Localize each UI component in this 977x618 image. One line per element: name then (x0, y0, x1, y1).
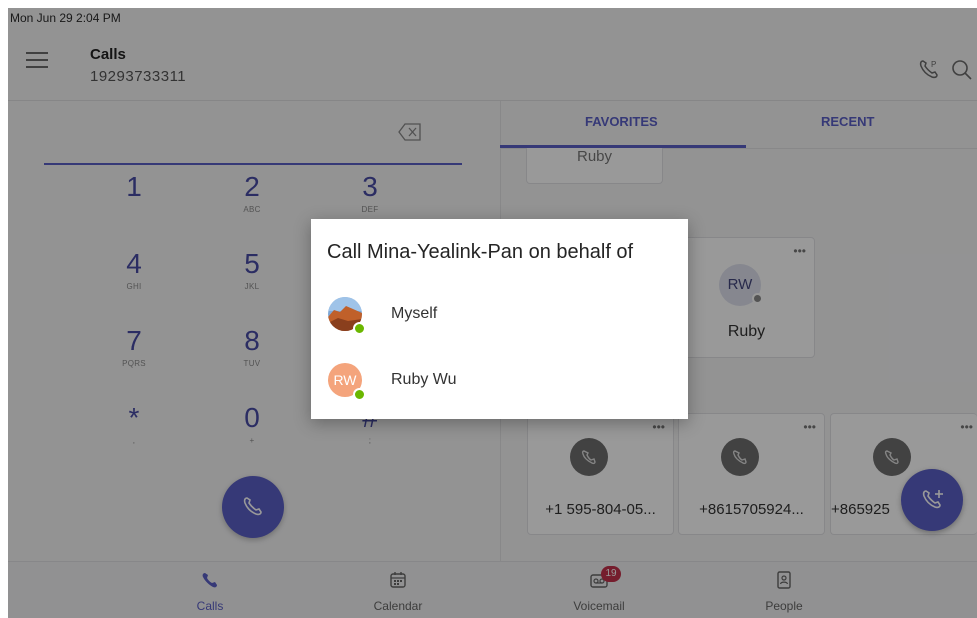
presence-available-icon (353, 388, 366, 401)
dialog-title: Call Mina-Yealink-Pan on behalf of (327, 241, 634, 263)
option-ruby-wu[interactable]: RW Ruby Wu (311, 355, 688, 415)
phone-screen: Mon Jun 29 2:04 PM Calls 19293733311 P 1… (8, 8, 977, 618)
presence-available-icon (353, 322, 366, 335)
option-label: Myself (391, 305, 438, 322)
option-label: Ruby Wu (391, 371, 457, 388)
option-myself[interactable]: Myself (311, 289, 688, 349)
call-on-behalf-dialog: Call Mina-Yealink-Pan on behalf of Mysel… (311, 219, 688, 419)
